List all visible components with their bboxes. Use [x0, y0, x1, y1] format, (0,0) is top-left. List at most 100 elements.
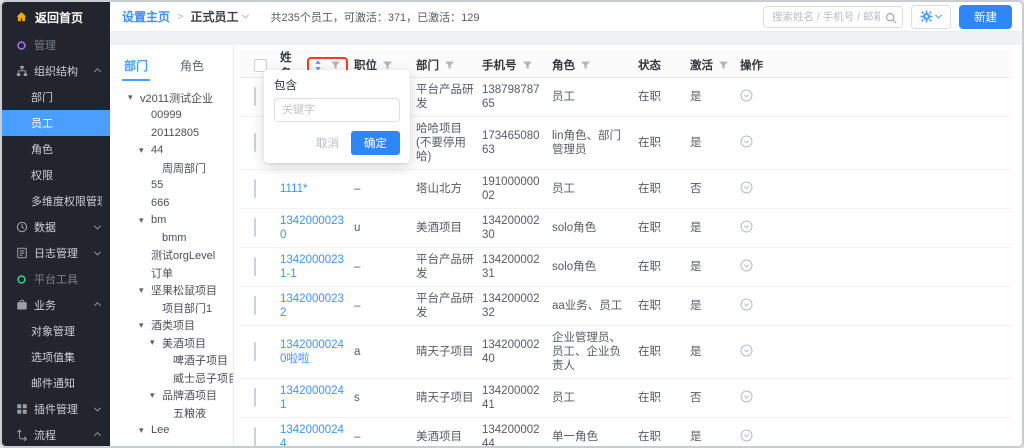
breadcrumb-home-link[interactable]: 设置主页: [122, 8, 170, 25]
row-checkbox[interactable]: [254, 218, 256, 237]
cell-name[interactable]: 13420000244: [280, 418, 354, 446]
sidebar-item-data[interactable]: 数据: [2, 214, 110, 240]
sidebar-item-org-structure[interactable]: 组织结构: [2, 58, 110, 84]
cell-name[interactable]: 13420000240啦啦: [280, 333, 354, 371]
sidebar-item-email-notification[interactable]: 邮件通知: [2, 370, 110, 396]
tree-node[interactable]: ▾bm: [120, 212, 233, 230]
search-icon: [885, 11, 897, 29]
tree-node[interactable]: 666: [120, 194, 233, 212]
tree-node[interactable]: 周周部门: [120, 159, 233, 177]
tree-expand-arrow-icon[interactable]: ▾: [139, 425, 151, 436]
tree-node[interactable]: ▾美酒项目: [120, 334, 233, 352]
tree-node[interactable]: 订单: [120, 264, 233, 282]
tree-node-label: 威士忌子项目: [173, 370, 233, 386]
sidebar-item-label: 平台工具: [34, 271, 102, 287]
sort-icon[interactable]: [314, 60, 322, 71]
row-actions-icon[interactable]: [740, 298, 753, 311]
row-actions-icon[interactable]: [740, 89, 753, 102]
cell-active: 是: [690, 294, 740, 318]
sidebar-item-employees[interactable]: 员工: [2, 110, 110, 136]
sidebar-item-platform-tools[interactable]: 平台工具: [2, 266, 110, 292]
row-actions-icon[interactable]: [740, 181, 753, 194]
cell-status: 在职: [638, 425, 690, 446]
row-actions-icon[interactable]: [740, 135, 753, 148]
tree-node[interactable]: ▾品牌酒项目: [120, 387, 233, 405]
tree-node[interactable]: bmm: [120, 229, 233, 247]
tree-node[interactable]: 威士忌子项目: [120, 369, 233, 387]
tree-node[interactable]: 55: [120, 177, 233, 195]
row-actions-icon[interactable]: [740, 344, 753, 357]
tree-expand-arrow-icon[interactable]: ▾: [139, 285, 151, 296]
filter-confirm-button[interactable]: 确定: [351, 131, 400, 155]
sidebar-item-plugin-management[interactable]: 插件管理: [2, 396, 110, 422]
filter-keyword-input[interactable]: [274, 98, 400, 122]
create-new-button[interactable]: 新建: [959, 5, 1012, 29]
cell-position: u: [354, 216, 416, 240]
tree-node[interactable]: 啤酒子项目: [120, 352, 233, 370]
sidebar-item-log-management[interactable]: 日志管理: [2, 240, 110, 266]
filter-icon[interactable]: [522, 60, 533, 71]
tree-node[interactable]: ▾坚果松鼠项目: [120, 282, 233, 300]
sidebar-item-multi-dim-permissions[interactable]: 多维度权限管理: [2, 188, 110, 214]
sidebar-item-department[interactable]: 部门: [2, 84, 110, 110]
row-actions-icon[interactable]: [740, 259, 753, 272]
tree-expand-arrow-icon[interactable]: ▾: [150, 337, 162, 348]
cell-name[interactable]: 13420000231-1: [280, 248, 354, 286]
tree-node-label: 周周部门: [162, 160, 206, 176]
tree-node-label: 55: [151, 179, 163, 191]
tree-tab-department[interactable]: 部门: [122, 51, 150, 81]
tree-node[interactable]: 项目部门1: [120, 299, 233, 317]
settings-dropdown-button[interactable]: [911, 5, 951, 29]
sidebar-item-management[interactable]: 管理: [2, 32, 110, 58]
row-checkbox[interactable]: [254, 179, 256, 198]
sidebar-item-option-sets[interactable]: 选项值集: [2, 344, 110, 370]
row-checkbox[interactable]: [254, 388, 256, 407]
filter-icon[interactable]: [382, 60, 393, 71]
column-label: 部门: [416, 57, 439, 73]
tree-expand-arrow-icon[interactable]: ▾: [139, 320, 151, 331]
breadcrumb-current[interactable]: 正式员工: [190, 8, 238, 25]
row-actions-icon[interactable]: [740, 220, 753, 233]
tree-node[interactable]: ▾酒类项目: [120, 317, 233, 335]
filter-cancel-button[interactable]: 取消: [316, 135, 339, 151]
filter-icon[interactable]: [444, 60, 455, 71]
filter-icon[interactable]: [330, 60, 341, 71]
tree-tab-role[interactable]: 角色: [178, 51, 206, 81]
tree-node[interactable]: ▾Lee: [120, 422, 233, 440]
search-input[interactable]: [763, 6, 903, 28]
filter-icon[interactable]: [580, 60, 591, 71]
tree-node[interactable]: 00999: [120, 107, 233, 125]
filter-icon[interactable]: [718, 60, 729, 71]
sidebar-item-label: 管理: [34, 37, 102, 53]
tree-node[interactable]: 测试orgLevel: [120, 247, 233, 265]
tree-node[interactable]: 20112805: [120, 124, 233, 142]
sidebar-item-business[interactable]: 业务: [2, 292, 110, 318]
row-actions-icon[interactable]: [740, 390, 753, 403]
tree-node[interactable]: ▾44: [120, 142, 233, 160]
sidebar-home-button[interactable]: 返回首页: [2, 2, 110, 32]
tree-node[interactable]: 五粮液: [120, 404, 233, 422]
tree-expand-arrow-icon[interactable]: ▾: [150, 390, 162, 401]
tree-expand-arrow-icon[interactable]: ▾: [139, 145, 151, 156]
sidebar-item-label: 选项值集: [31, 349, 102, 365]
tree-expand-arrow-icon[interactable]: ▾: [139, 215, 151, 226]
tree-expand-arrow-icon[interactable]: ▾: [128, 92, 140, 103]
chevron-down-icon[interactable]: [242, 12, 249, 19]
sidebar-item-permissions[interactable]: 权限: [2, 162, 110, 188]
row-checkbox[interactable]: [254, 427, 256, 446]
sidebar-item-workflow[interactable]: 流程: [2, 422, 110, 448]
cell-status: 在职: [638, 177, 690, 201]
tree-node[interactable]: ▾v2011测试企业: [120, 89, 233, 107]
sidebar-item-roles[interactable]: 角色: [2, 136, 110, 162]
cell-name[interactable]: 13420000230: [280, 209, 354, 247]
cell-name[interactable]: 13420000241: [280, 379, 354, 417]
row-checkbox[interactable]: [254, 342, 256, 361]
row-actions-icon[interactable]: [740, 429, 753, 442]
row-checkbox[interactable]: [254, 133, 256, 152]
row-checkbox[interactable]: [254, 296, 256, 315]
cell-name[interactable]: 13420000232: [280, 287, 354, 325]
row-checkbox[interactable]: [254, 257, 256, 276]
row-checkbox[interactable]: [254, 87, 256, 106]
cell-name[interactable]: 1111*: [280, 177, 354, 201]
sidebar-item-object-management[interactable]: 对象管理: [2, 318, 110, 344]
